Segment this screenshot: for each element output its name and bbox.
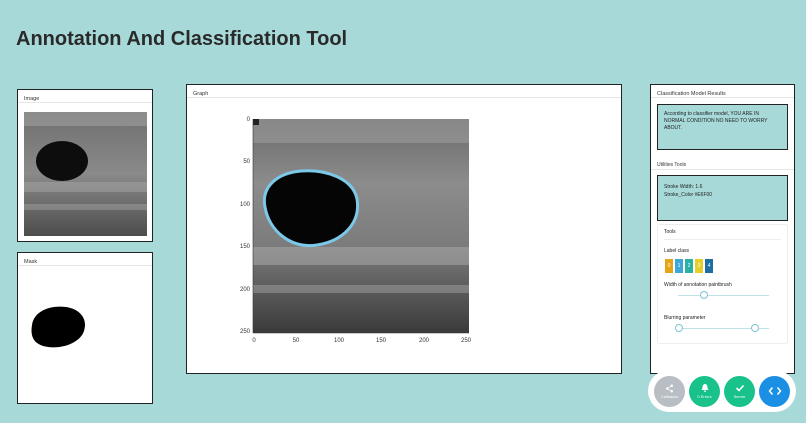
tools-panel: Tools Label class 0 1 2 3 4 Width of ann… (657, 224, 788, 344)
tools-title: Tools (664, 225, 781, 240)
errors-button[interactable]: 0 Errors (689, 375, 720, 407)
callbacks-label: Callbacks (660, 393, 679, 399)
y-tick-label: 200 (240, 287, 251, 293)
server-label: Server (733, 394, 746, 399)
label-class-3-button[interactable]: 3 (694, 258, 704, 274)
x-tick-label: 0 (252, 338, 256, 344)
toggle-devtools-button[interactable] (759, 375, 790, 407)
label-class-2-button[interactable]: 2 (684, 258, 694, 274)
label-class-0-button[interactable]: 0 (664, 258, 674, 274)
brush-width-label: Width of annotation paintbrush (664, 282, 732, 288)
stroke-color-text: Stroke_Color #E6F00 (664, 192, 713, 198)
y-tick-label: 0 (247, 117, 251, 123)
debug-toolbar: Callbacks 0 Errors Server (648, 370, 796, 412)
callbacks-button[interactable]: Callbacks (654, 375, 685, 407)
x-tick-label: 250 (461, 338, 472, 344)
annotation-canvas[interactable]: 0 50 100 150 200 250 0 50 100 150 200 25… (187, 99, 621, 373)
ultrasound-image (24, 112, 147, 236)
image-card: Image (17, 89, 153, 242)
share-icon (665, 384, 674, 392)
code-brackets-icon (768, 387, 781, 395)
blur-range-slider[interactable] (675, 324, 769, 334)
brush-width-slider[interactable] (678, 291, 769, 301)
label-class-4-button[interactable]: 4 (704, 258, 714, 274)
results-header: Classification Model Results (651, 85, 794, 98)
x-tick-label: 50 (293, 338, 300, 344)
utilities-header: Utilities Tools (651, 156, 794, 170)
page-title: Annotation And Classification Tool (16, 28, 348, 50)
results-card: Classification Model Results According t… (650, 84, 795, 374)
y-tick-label: 150 (240, 244, 251, 250)
check-icon (735, 384, 744, 392)
image-card-header: Image (18, 90, 152, 103)
x-tick-label: 200 (419, 338, 430, 344)
bell-icon (701, 384, 708, 392)
brush-width-handle[interactable] (699, 291, 708, 299)
blur-label: Blurring parameter (664, 315, 706, 321)
blur-min-handle[interactable] (675, 324, 683, 332)
y-tick-label: 100 (240, 202, 251, 208)
utilities-info: Stroke Width: 1.6 Stroke_Color #E6F00 (657, 175, 788, 221)
graph-card-header: Graph (187, 85, 621, 98)
label-class-selector: 0 1 2 3 4 (664, 258, 781, 274)
mask-image (31, 306, 86, 348)
x-tick-label: 150 (376, 338, 387, 344)
x-tick-label: 100 (334, 338, 345, 344)
mask-card: Mask (17, 252, 153, 404)
mask-card-header: Mask (18, 253, 152, 266)
server-button[interactable]: Server (724, 375, 755, 407)
label-class-label: Label class (664, 248, 690, 254)
y-tick-label: 50 (243, 159, 250, 165)
y-tick-label: 250 (240, 329, 251, 335)
blur-max-handle[interactable] (750, 324, 759, 332)
graph-card: Graph 0 50 100 150 200 250 0 50 100 150 … (186, 84, 622, 374)
stroke-width-text: Stroke Width: 1.6 (664, 184, 703, 190)
errors-label: 0 Errors (697, 394, 712, 399)
classification-result: According to classifier model, YOU ARE I… (657, 104, 788, 150)
label-class-1-button[interactable]: 1 (674, 258, 684, 274)
